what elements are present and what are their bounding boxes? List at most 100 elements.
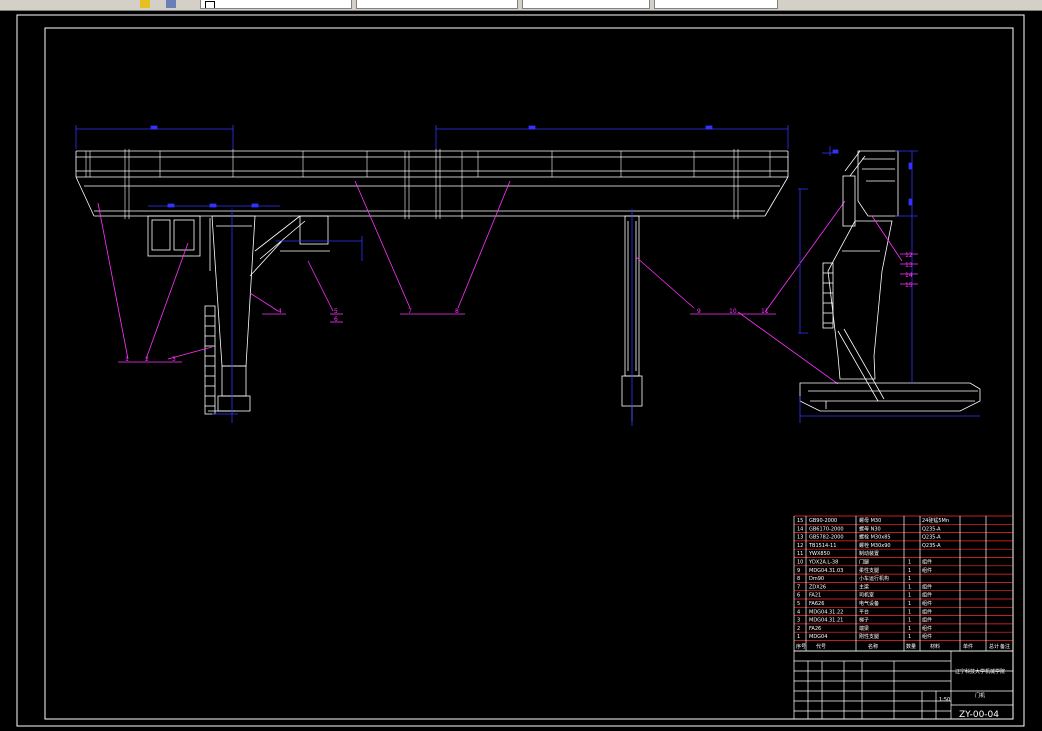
outer-frame bbox=[16, 14, 1025, 727]
parts-row-name: 螺栓 M30x85 bbox=[859, 534, 891, 541]
drawing-scale: 1:50 bbox=[939, 697, 950, 703]
parts-row-code: TB1514-11 bbox=[808, 543, 836, 549]
parts-row-number: 6 bbox=[797, 593, 800, 599]
parts-header-cell: 数量 bbox=[906, 643, 916, 650]
parts-list: 15 GB90-2000 螺母 M30 24硅锰5Mn14 GB6170-2000 螺母 … bbox=[793, 515, 1014, 652]
linetype-dropdown[interactable] bbox=[522, 0, 650, 9]
parts-row-code: FA21 bbox=[809, 593, 821, 599]
parts-row-name: 主梁 bbox=[859, 583, 869, 590]
parts-row-qty: 1 bbox=[908, 634, 911, 640]
parts-row-code: GB5782-2000 bbox=[809, 535, 844, 541]
parts-row-material: Q235-A bbox=[922, 526, 941, 532]
school-name: 辽宁科技大学机械学院 bbox=[955, 668, 1005, 675]
cad-drawing: 1 2 3 4 5 6 7 8 9 10 11 12 13 14 15 15 G… bbox=[16, 14, 1025, 727]
parts-row-number: 2 bbox=[797, 626, 800, 632]
parts-row-name: 电气设备 bbox=[859, 600, 879, 607]
layer-icon[interactable] bbox=[140, 0, 150, 8]
parts-row-name: 端梁 bbox=[859, 625, 869, 632]
title-block bbox=[793, 650, 1014, 720]
balloon-label: 7 bbox=[408, 308, 412, 315]
lineweight-dropdown[interactable] bbox=[654, 0, 778, 9]
parts-row-number: 14 bbox=[797, 526, 803, 532]
parts-row-code: YWX850 bbox=[808, 551, 830, 557]
balloon-label: 8 bbox=[455, 308, 459, 315]
color-dropdown[interactable] bbox=[356, 0, 518, 9]
layer-dropdown[interactable] bbox=[200, 0, 352, 9]
parts-row-name: 螺母 M30 bbox=[859, 517, 881, 524]
parts-row-number: 10 bbox=[797, 560, 803, 566]
parts-row-number: 15 bbox=[797, 518, 803, 524]
parts-header-cell: 总计 bbox=[989, 643, 999, 650]
side-view bbox=[799, 150, 981, 412]
parts-row-name: 柔性支腿 bbox=[859, 567, 879, 574]
balloon-label: 5 bbox=[334, 308, 338, 315]
parts-row-code: FA26 bbox=[809, 626, 821, 632]
front-dimensions bbox=[75, 125, 789, 426]
toolbar bbox=[0, 0, 1042, 11]
balloon-label: 3 bbox=[172, 356, 176, 363]
parts-row-number: 8 bbox=[797, 576, 800, 582]
parts-row-material: 组件 bbox=[922, 583, 932, 590]
parts-row-name: 平台 bbox=[859, 608, 869, 615]
balloon-label: 1 bbox=[125, 356, 129, 363]
parts-row-qty: 1 bbox=[908, 618, 911, 624]
parts-row-name: 门腿 bbox=[859, 559, 869, 566]
parts-header-cell: 备注 bbox=[1000, 643, 1010, 650]
parts-row-qty: 1 bbox=[908, 601, 911, 607]
callout-leaders bbox=[97, 180, 846, 385]
parts-row-number: 12 bbox=[797, 543, 803, 549]
parts-row-material: 组件 bbox=[922, 617, 932, 624]
parts-row-name: 螺母 N30 bbox=[859, 525, 881, 532]
parts-row-code: MDG04.31.03 bbox=[809, 568, 843, 574]
balloon-label: 15 bbox=[905, 282, 913, 289]
balloon-label: 6 bbox=[334, 316, 338, 323]
parts-row-name: 刚性支腿 bbox=[859, 633, 879, 640]
parts-row-material: 组件 bbox=[922, 592, 932, 599]
parts-row-material: 组件 bbox=[922, 600, 932, 607]
drawing-title: 门机 bbox=[975, 692, 985, 699]
parts-row-material: 组件 bbox=[922, 625, 932, 632]
drawing-number: ZY-00-04 bbox=[959, 710, 999, 720]
parts-header-cell: 材料 bbox=[930, 643, 940, 650]
parts-row-material: 组件 bbox=[922, 633, 932, 640]
parts-row-number: 11 bbox=[797, 551, 803, 557]
parts-row-code: Dm90 bbox=[809, 576, 824, 582]
parts-row-qty: 1 bbox=[908, 584, 911, 590]
parts-row-code: FA626 bbox=[809, 601, 824, 607]
parts-row-number: 5 bbox=[797, 601, 800, 607]
parts-row-code: MDG04 bbox=[809, 634, 827, 640]
balloon-label: 9 bbox=[697, 308, 701, 315]
parts-row-number: 7 bbox=[797, 584, 800, 590]
parts-header-cell: 名称 bbox=[868, 643, 878, 650]
parts-row-name: 螺栓 M30x90 bbox=[859, 542, 891, 549]
balloon-label: 2 bbox=[145, 356, 149, 363]
parts-row-number: 13 bbox=[797, 535, 803, 541]
front-view bbox=[75, 149, 789, 421]
balloon-label: 12 bbox=[905, 252, 913, 259]
parts-row-code: YDX2A.L-38 bbox=[808, 560, 838, 566]
parts-row-number: 9 bbox=[797, 568, 800, 574]
parts-row-qty: 1 bbox=[908, 568, 911, 574]
side-dimensions bbox=[798, 146, 980, 423]
drawing-canvas[interactable]: 1 2 3 4 5 6 7 8 9 10 11 12 13 14 15 15 G… bbox=[0, 11, 1042, 731]
parts-header-cell: 代号 bbox=[816, 643, 826, 650]
balloon-label: 14 bbox=[905, 272, 913, 279]
cube-icon[interactable] bbox=[166, 0, 176, 8]
parts-row-qty: 1 bbox=[908, 626, 911, 632]
parts-row-number: 4 bbox=[797, 609, 800, 615]
parts-header-cell: 单件 bbox=[963, 643, 973, 650]
parts-row-code: MDG04.31.21 bbox=[809, 618, 843, 624]
parts-row-code: GB6170-2000 bbox=[809, 526, 844, 532]
balloon-label: 4 bbox=[278, 308, 282, 315]
parts-row-qty: 1 bbox=[908, 576, 911, 582]
parts-row-material: 组件 bbox=[922, 567, 932, 574]
parts-header-cell: 序号 bbox=[796, 643, 806, 650]
parts-row-number: 3 bbox=[797, 618, 800, 624]
balloon-label: 10 bbox=[729, 308, 737, 315]
parts-row-qty: 1 bbox=[908, 593, 911, 599]
parts-row-material: 24硅锰5Mn bbox=[922, 517, 949, 524]
layer-properties-icon bbox=[205, 1, 215, 8]
parts-row-material: 组件 bbox=[922, 608, 932, 615]
balloon-label: 13 bbox=[905, 262, 913, 269]
parts-row-code: MDG04.31.22 bbox=[809, 609, 843, 615]
